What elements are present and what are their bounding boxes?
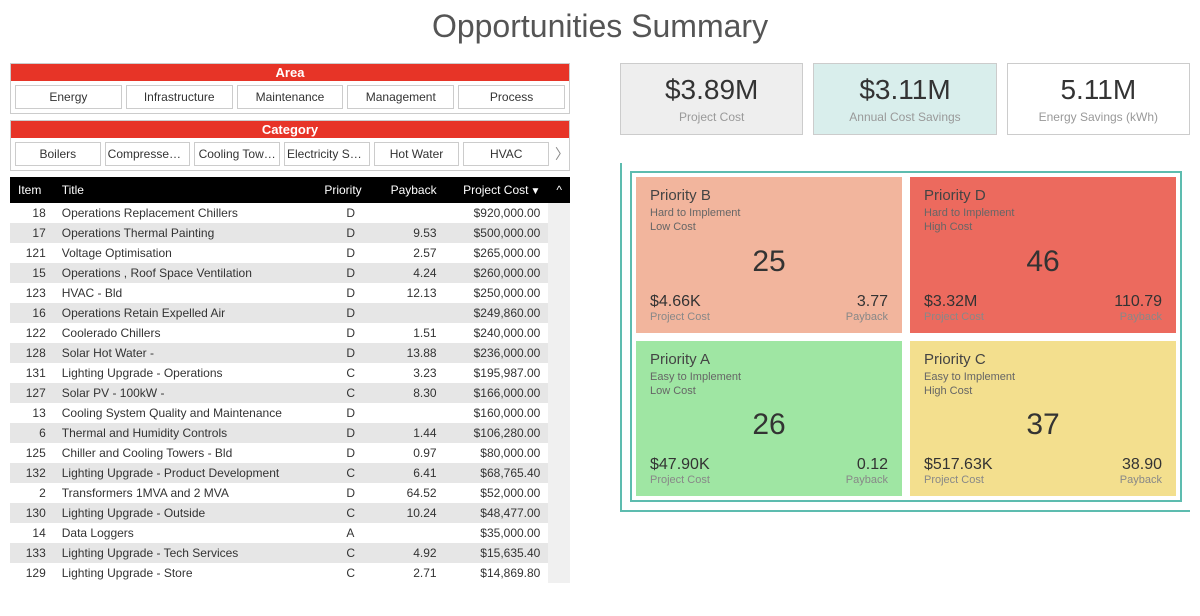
opportunities-table: Item Title Priority Payback Project Cost… [10,177,570,583]
area-slicer: Area EnergyInfrastructureMaintenanceMana… [10,63,570,114]
category-option[interactable]: Electricity Su… [284,142,370,166]
priority-a-sub2: Low Cost [650,384,888,398]
area-slicer-header: Area [11,64,569,81]
priority-a-payback: 0.12 [710,456,888,474]
table-row[interactable]: 14Data LoggersA$35,000.00 [10,523,570,543]
category-option[interactable]: Hot Water [374,142,460,166]
category-option[interactable]: Cooling Tow… [194,142,280,166]
table-row[interactable]: 133Lighting Upgrade - Tech ServicesC4.92… [10,543,570,563]
area-option[interactable]: Maintenance [237,85,344,109]
priority-c-sub1: Easy to Implement [924,370,1162,384]
table-row[interactable]: 2Transformers 1MVA and 2 MVAD64.52$52,00… [10,483,570,503]
col-cost[interactable]: Project Cost▼ [445,177,549,203]
table-row[interactable]: 15Operations , Roof Space VentilationD4.… [10,263,570,283]
priority-b-cost: $4.66K [650,293,710,311]
priority-d-count: 46 [924,245,1162,279]
priority-b-sub2: Low Cost [650,220,888,234]
priority-d-sub2: High Cost [924,220,1162,234]
table-row[interactable]: 129Lighting Upgrade - StoreC2.71$14,869.… [10,563,570,583]
scroll-up-icon[interactable]: ^ [548,177,570,203]
table-row[interactable]: 122Coolerado ChillersD1.51$240,000.00 [10,323,570,343]
priority-b-sub1: Hard to Implement [650,206,888,220]
table-row[interactable]: 123HVAC - BldD12.13$250,000.00 [10,283,570,303]
table-row[interactable]: 121Voltage OptimisationD2.57$265,000.00 [10,243,570,263]
area-option[interactable]: Infrastructure [126,85,233,109]
kpi-value: $3.11M [820,74,989,106]
kpi-label: Energy Savings (kWh) [1014,110,1183,124]
priority-b-count: 25 [650,245,888,279]
sort-desc-icon: ▼ [530,186,540,197]
area-option[interactable]: Process [458,85,565,109]
kpi-value: $3.89M [627,74,796,106]
priority-c-sub2: High Cost [924,384,1162,398]
priority-b-title: Priority B [650,187,888,204]
priority-c-payback: 38.90 [993,456,1162,474]
col-priority[interactable]: Priority [316,177,375,203]
priority-a-sub1: Easy to Implement [650,370,888,384]
col-title[interactable]: Title [54,177,317,203]
priority-d-cost: $3.32M [924,293,984,311]
col-payback[interactable]: Payback [376,177,445,203]
priority-b-payback: 3.77 [710,293,888,311]
priority-c-title: Priority C [924,351,1162,368]
table-row[interactable]: 13Cooling System Quality and Maintenance… [10,403,570,423]
priority-c-count: 37 [924,408,1162,442]
kpi-label: Annual Cost Savings [820,110,989,124]
priority-c-cost: $517.63K [924,456,993,474]
category-slicer-header: Category [11,121,569,138]
priority-a-cell[interactable]: Priority A Easy to Implement Low Cost 26… [636,341,902,497]
page-title: Opportunities Summary [0,0,1200,63]
kpi-card: 5.11M Energy Savings (kWh) [1007,63,1190,135]
kpi-value: 5.11M [1014,74,1183,106]
priority-a-title: Priority A [650,351,888,368]
priority-matrix: Priority B Hard to Implement Low Cost 25… [630,171,1182,502]
kpi-card: $3.89M Project Cost [620,63,803,135]
priority-d-title: Priority D [924,187,1162,204]
category-option[interactable]: Boilers [15,142,101,166]
priority-d-cell[interactable]: Priority D Hard to Implement High Cost 4… [910,177,1176,333]
area-option[interactable]: Management [347,85,454,109]
table-row[interactable]: 132Lighting Upgrade - Product Developmen… [10,463,570,483]
table-row[interactable]: 127Solar PV - 100kW -C8.30$166,000.00 [10,383,570,403]
table-row[interactable]: 6Thermal and Humidity ControlsD1.44$106,… [10,423,570,443]
priority-b-cell[interactable]: Priority B Hard to Implement Low Cost 25… [636,177,902,333]
table-row[interactable]: 131Lighting Upgrade - OperationsC3.23$19… [10,363,570,383]
category-option[interactable]: Compressed… [105,142,191,166]
priority-c-cell[interactable]: Priority C Easy to Implement High Cost 3… [910,341,1176,497]
category-slicer: Category BoilersCompressed…Cooling Tow…E… [10,120,570,171]
kpi-label: Project Cost [627,110,796,124]
area-option[interactable]: Energy [15,85,122,109]
table-row[interactable]: 128Solar Hot Water -D13.88$236,000.00 [10,343,570,363]
col-item[interactable]: Item [10,177,54,203]
table-row[interactable]: 17Operations Thermal PaintingD9.53$500,0… [10,223,570,243]
priority-a-cost: $47.90K [650,456,710,474]
table-row[interactable]: 125Chiller and Cooling Towers - BldD0.97… [10,443,570,463]
table-row[interactable]: 18Operations Replacement ChillersD$920,0… [10,203,570,223]
kpi-card: $3.11M Annual Cost Savings [813,63,996,135]
priority-d-payback: 110.79 [984,293,1162,311]
priority-d-sub1: Hard to Implement [924,206,1162,220]
table-row[interactable]: 16Operations Retain Expelled AirD$249,86… [10,303,570,323]
category-option[interactable]: HVAC [463,142,549,166]
chevron-right-icon[interactable]: 〉 [553,144,565,164]
table-row[interactable]: 130Lighting Upgrade - OutsideC10.24$48,4… [10,503,570,523]
priority-a-count: 26 [650,408,888,442]
